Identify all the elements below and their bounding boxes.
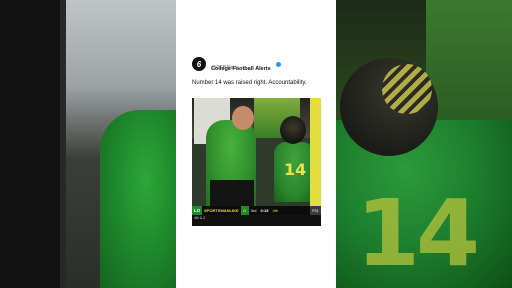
scorebug-network-tag: FS1 (310, 206, 321, 215)
scorebug-clock: 0:15 (260, 208, 269, 213)
video-coach-pants (210, 180, 254, 208)
verified-badge-icon (276, 62, 282, 68)
scorebug-network: SPORTSMANLIKE (204, 208, 239, 213)
tweet-card[interactable]: 6 College Football Alerts @CFBAlerts_ Nu… (176, 0, 336, 288)
avatar-logo-icon: 6 (196, 59, 202, 69)
scorebug-down: 3rd (250, 208, 257, 213)
subbar-down-distance: 4th & 2 (194, 216, 206, 220)
helmet-wing-pattern (382, 64, 432, 114)
background-coach-arm (100, 110, 176, 288)
scorebug-quarter: 4th (272, 208, 279, 213)
video-coach-head (232, 106, 254, 130)
scorebug-team-left: LO (192, 206, 202, 215)
video-jersey-number: 14 (284, 160, 307, 179)
blurred-background-left (0, 0, 176, 288)
author-handle[interactable]: @CFBAlerts_ (211, 65, 242, 71)
background-shadow (0, 0, 60, 288)
tweet-text: Number 14 was raised right. Accountabili… (192, 80, 307, 86)
author-avatar[interactable]: 6 (192, 57, 206, 71)
scorebug: LO SPORTSMANLIKE O 3rd 0:15 4th FS1 (192, 206, 321, 215)
tweet-video[interactable]: 14 LO SPORTSMANLIKE O 3rd 0:15 4th FS1 4… (192, 98, 321, 226)
scorebug-team-right-logo: O (240, 206, 249, 215)
blurred-background-right: 14 (336, 0, 512, 288)
scorebug-subbar: 4th & 2 (192, 215, 321, 226)
background-teammate (426, 0, 512, 130)
background-jersey-number: 14 (356, 180, 480, 287)
video-player-helmet (280, 116, 306, 144)
